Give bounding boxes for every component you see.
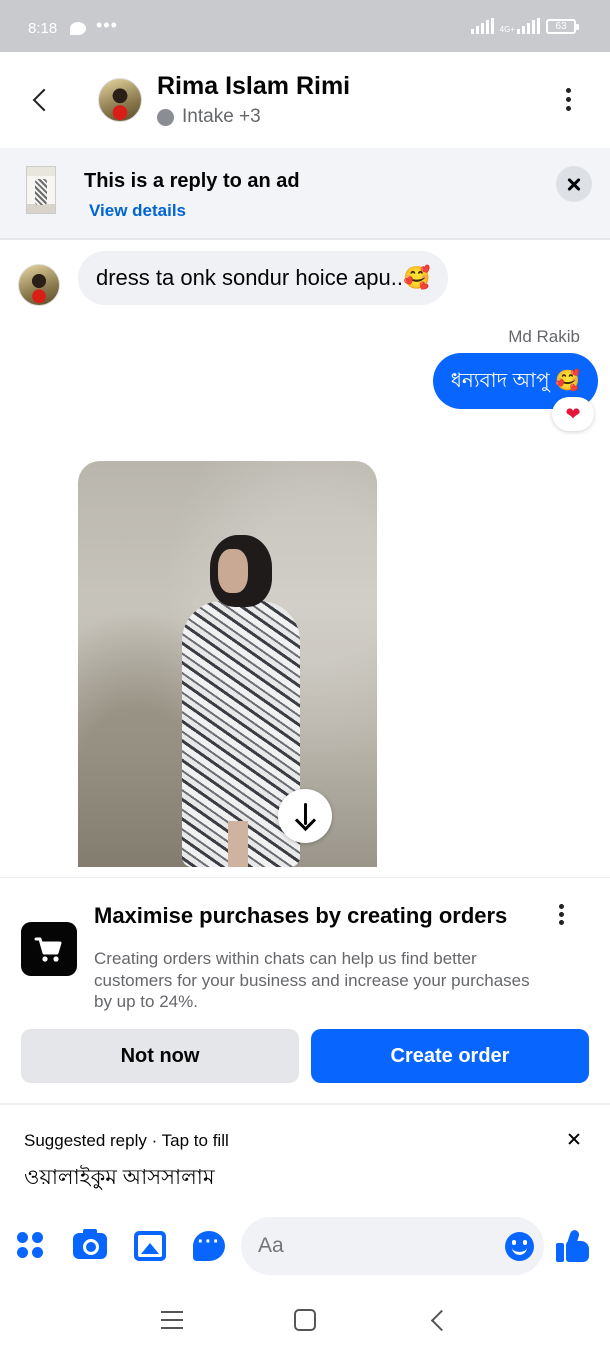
contact-subtitle[interactable]: Intake +3	[157, 106, 261, 128]
ad-banner-title: This is a reply to an ad	[84, 170, 300, 192]
create-order-card: Maximise purchases by creating orders Cr…	[0, 877, 610, 1097]
incoming-message[interactable]: dress ta onk sondur hoice apu..🥰	[78, 251, 449, 305]
recent-apps-icon[interactable]	[161, 1311, 183, 1329]
label-dot-icon	[157, 108, 174, 126]
apps-grid-icon[interactable]	[17, 1232, 45, 1260]
suggested-reply-label: Suggested reply · Tap to fill	[24, 1131, 229, 1150]
status-indicators: 4G+ 63	[470, 18, 579, 34]
saved-replies-icon[interactable]: ···	[193, 1231, 225, 1261]
status-time: 8:18	[28, 20, 58, 37]
dismiss-suggestion-icon[interactable]	[566, 1131, 582, 1147]
thumbs-up-icon[interactable]	[556, 1229, 590, 1263]
system-back-icon[interactable]	[428, 1310, 448, 1330]
ad-reply-banner: This is a reply to an ad View details	[0, 148, 610, 240]
notification-message-icon	[70, 22, 86, 35]
cart-icon	[21, 922, 77, 976]
back-arrow-icon[interactable]	[30, 86, 48, 114]
message-composer: ···	[0, 1205, 610, 1285]
close-icon[interactable]	[556, 166, 592, 202]
conversation-header: Rima Islam Rimi Intake +3	[0, 52, 610, 148]
camera-icon[interactable]	[73, 1229, 107, 1259]
ad-thumbnail[interactable]	[26, 166, 56, 214]
contact-avatar[interactable]	[98, 78, 142, 122]
signal-icon-2	[517, 18, 540, 34]
create-order-button[interactable]: Create order	[311, 1029, 589, 1083]
photo-subject-hand	[218, 549, 248, 593]
heart-reaction-icon[interactable]: ❤	[552, 397, 594, 431]
download-arrow-icon[interactable]	[278, 789, 332, 843]
promo-title: Maximise purchases by creating orders	[94, 903, 508, 928]
network-type: 4G+	[499, 25, 515, 34]
more-notifications-icon: •••	[96, 15, 118, 35]
contact-name[interactable]: Rima Islam Rimi	[157, 72, 350, 101]
signal-icon	[470, 18, 494, 34]
promo-description: Creating orders within chats can help us…	[94, 949, 530, 1011]
emoji-icon[interactable]	[505, 1232, 534, 1261]
suggested-reply-text[interactable]: ওয়ালাইকুম আসসালাম	[24, 1161, 215, 1196]
gallery-icon[interactable]	[134, 1231, 166, 1261]
contact-label: Intake +3	[182, 106, 261, 127]
status-bar: 8:18 ••• 4G+ 63	[0, 0, 610, 52]
sender-name: Md Rakib	[508, 327, 580, 346]
photo-subject-leg	[228, 821, 248, 867]
home-icon[interactable]	[294, 1309, 316, 1331]
more-options-icon[interactable]	[566, 88, 572, 114]
suggested-reply-panel: Suggested reply · Tap to fill ওয়ালাইকুম…	[0, 1103, 610, 1203]
system-navigation-bar	[0, 1285, 610, 1356]
promo-more-options-icon[interactable]	[559, 904, 564, 928]
sender-avatar[interactable]	[18, 264, 60, 306]
photo-message[interactable]	[78, 461, 377, 867]
not-now-button[interactable]: Not now	[21, 1029, 299, 1083]
view-details-link[interactable]: View details	[89, 201, 186, 221]
battery-icon: 63	[546, 19, 579, 34]
message-input[interactable]	[241, 1217, 544, 1275]
